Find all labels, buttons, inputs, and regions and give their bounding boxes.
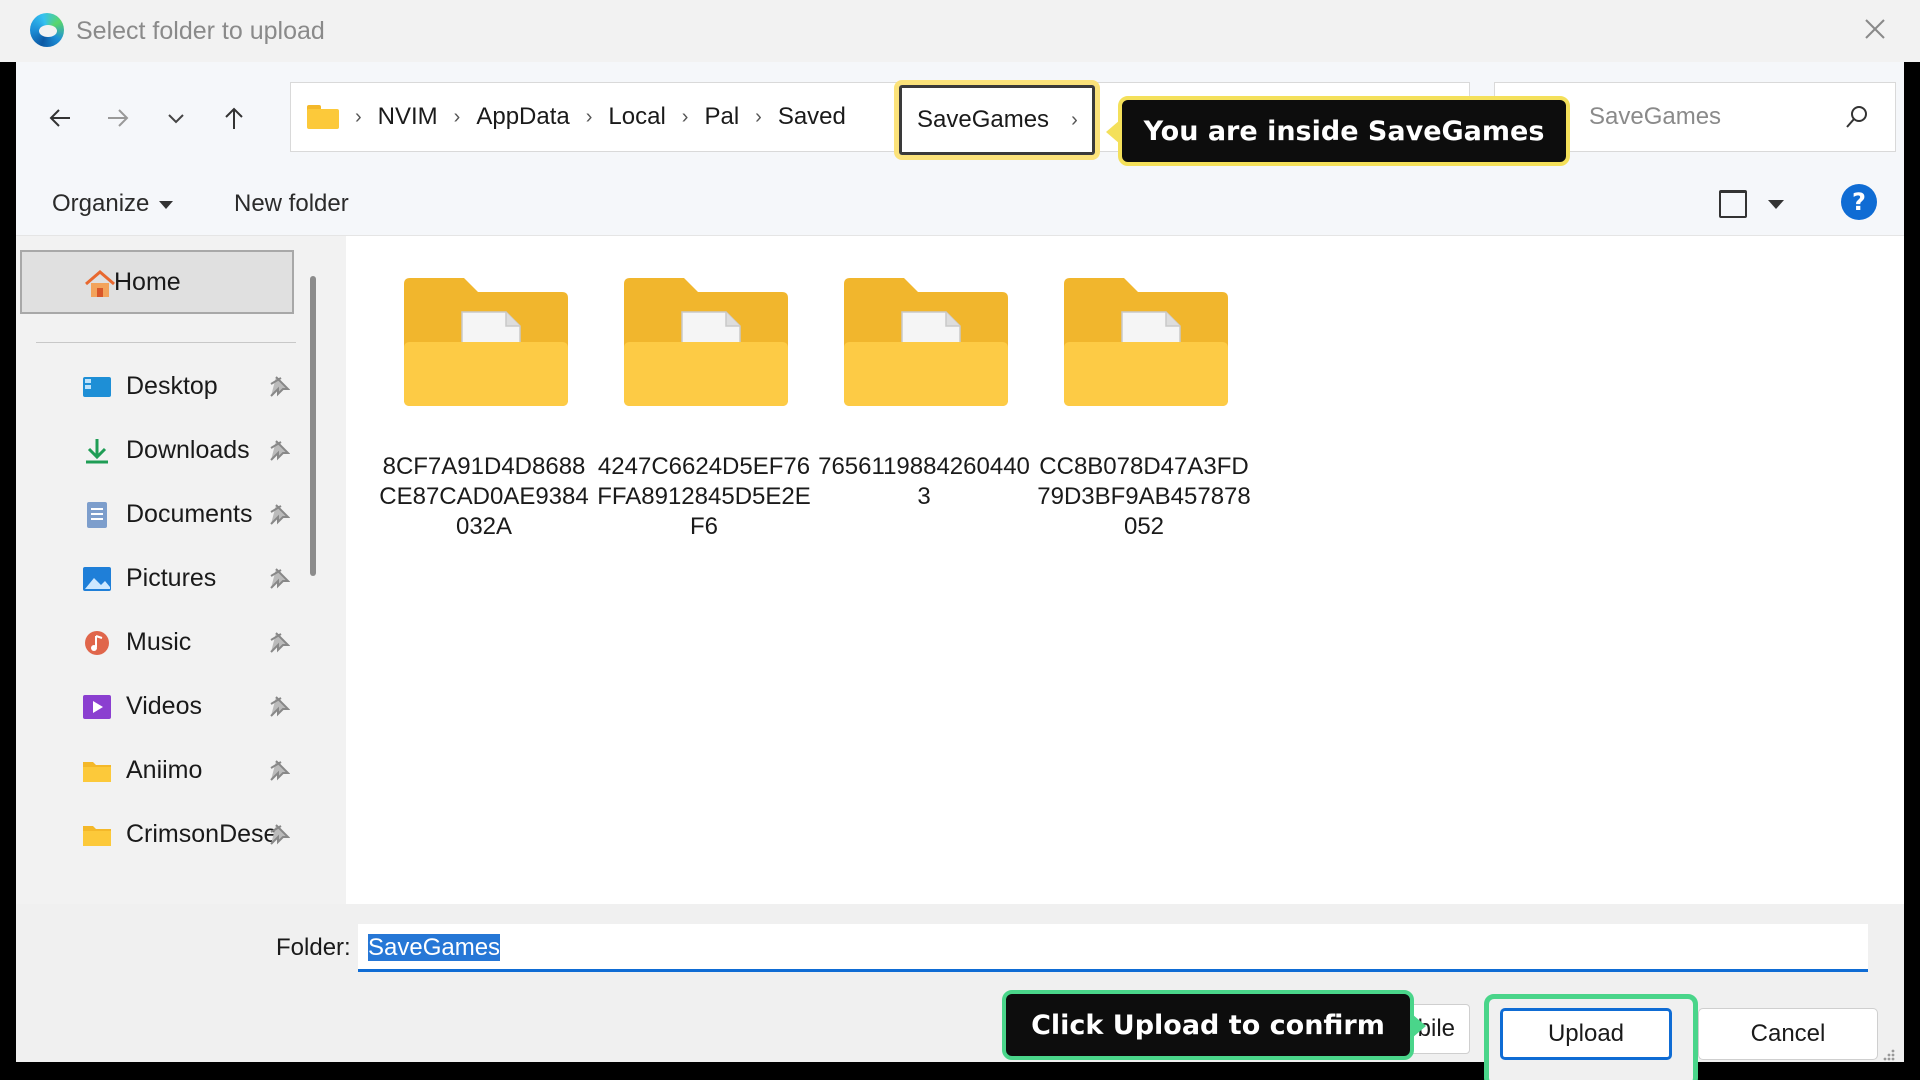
sidebar-scrollbar[interactable]	[310, 276, 316, 576]
chevron-right-icon[interactable]: ›	[676, 106, 695, 129]
recent-locations-button[interactable]	[156, 98, 196, 138]
sidebar-item-label: Desktop	[126, 372, 218, 400]
sidebar-item-desktop[interactable]: Desktop	[16, 360, 306, 414]
folder-item[interactable]: 4247C6624D5EF76FFA8912845D5E2EF6	[594, 276, 811, 540]
caret-down-icon	[159, 200, 174, 209]
pin-icon[interactable]	[268, 375, 290, 397]
folder-name: 4247C6624D5EF76FFA8912845D5E2EF6	[597, 453, 811, 540]
sidebar-item-label: Documents	[126, 500, 253, 528]
sidebar-item-label: Music	[126, 628, 192, 656]
download-icon	[86, 439, 108, 464]
folder-icon	[624, 278, 788, 406]
sidebar-item-label: Videos	[126, 692, 202, 720]
folder-item[interactable]: 8CF7A91D4D8688CE87CAD0AE9384032A	[374, 276, 589, 540]
organize-menu[interactable]: Organize	[52, 190, 174, 218]
up-button[interactable]	[214, 98, 254, 138]
folder-name: 8CF7A91D4D8688CE87CAD0AE9384032A	[379, 453, 589, 540]
music-icon	[85, 631, 109, 655]
folder-item[interactable]: CC8B078D47A3FD79D3BF9AB457878052	[1034, 276, 1251, 540]
pictures-icon	[83, 567, 111, 591]
video-icon	[83, 695, 111, 719]
pin-icon[interactable]	[268, 695, 290, 717]
folder-name-field[interactable]: SaveGames	[358, 924, 1868, 972]
organize-label: Organize	[52, 190, 150, 217]
sidebar-item-aniimo[interactable]: Aniimo	[16, 744, 306, 798]
sidebar-item-label: Aniimo	[126, 756, 203, 784]
folder-icon	[83, 762, 111, 782]
breadcrumb-current-label: SaveGames	[917, 106, 1050, 133]
search-icon	[1846, 106, 1867, 128]
sidebar-item-label: Downloads	[126, 436, 250, 464]
help-icon[interactable]: ?	[1841, 184, 1877, 220]
upload-callout: Click Upload to confirm	[1002, 990, 1426, 1060]
folder-icon	[83, 826, 111, 846]
arrow-up-icon	[225, 107, 243, 129]
close-icon[interactable]	[1858, 12, 1892, 46]
sidebar-item-label: Home	[114, 267, 181, 296]
dialog-footer: Folder: SaveGames bile Upload Cancel	[16, 904, 1904, 1080]
sidebar-divider	[36, 342, 296, 343]
chevron-right-icon: ›	[1071, 108, 1078, 131]
title-bar: Select folder to upload	[0, 0, 1920, 62]
sidebar-item-label: CrimsonDese	[126, 820, 278, 848]
pin-icon[interactable]	[268, 503, 290, 525]
home-icon	[85, 270, 115, 297]
pin-icon[interactable]	[268, 823, 290, 845]
search-placeholder: SaveGames	[1589, 103, 1722, 130]
pin-icon[interactable]	[268, 439, 290, 461]
chevron-right-icon[interactable]: ›	[580, 106, 599, 129]
sidebar-item-label: Pictures	[126, 564, 217, 592]
chevron-right-icon[interactable]: ›	[448, 106, 467, 129]
view-options-caret-icon[interactable]	[1768, 200, 1784, 209]
sidebar-item-videos[interactable]: Videos	[16, 680, 306, 734]
arrow-right-icon	[108, 109, 129, 127]
breadcrumb-item-current[interactable]: SaveGames ›	[894, 80, 1100, 160]
arrow-left-icon	[49, 109, 70, 127]
breadcrumb-item-pal[interactable]: Pal	[694, 103, 749, 131]
sidebar-item-home[interactable]: Home	[20, 250, 294, 314]
new-folder-button[interactable]: New folder	[234, 190, 349, 218]
navigation-pane: Home Desktop Downloads Documents Picture…	[16, 236, 346, 904]
breadcrumb-item-appdata[interactable]: AppData	[466, 103, 579, 131]
breadcrumb-item-saved[interactable]: Saved	[768, 103, 856, 131]
folder-icon	[307, 105, 339, 129]
folder-icon	[1064, 278, 1228, 406]
pin-icon[interactable]	[268, 631, 290, 653]
pin-icon[interactable]	[268, 759, 290, 781]
folder-view: 8CF7A91D4D8688CE87CAD0AE9384032A 4247C66…	[346, 236, 1904, 904]
edge-logo-icon	[30, 13, 64, 47]
window-title: Select folder to upload	[76, 17, 325, 45]
chevron-right-icon[interactable]: ›	[749, 106, 768, 129]
folder-name: CC8B078D47A3FD79D3BF9AB457878052	[1037, 453, 1251, 540]
cancel-button[interactable]: Cancel	[1698, 1008, 1878, 1060]
breadcrumb-item-local[interactable]: Local	[598, 103, 675, 131]
resize-grip-icon[interactable]	[1880, 1046, 1896, 1062]
folder-name-selected-text: SaveGames	[368, 934, 501, 961]
address-callout: You are inside SaveGames	[1106, 96, 1570, 166]
chevron-right-icon[interactable]: ›	[349, 106, 368, 129]
sidebar-item-crimsondese[interactable]: CrimsonDese	[16, 808, 306, 862]
sidebar-item-pictures[interactable]: Pictures	[16, 552, 306, 606]
folder-icon	[404, 278, 568, 406]
view-mode-icon[interactable]	[1719, 190, 1747, 218]
breadcrumb-item-nvim[interactable]: NVIM	[368, 103, 448, 131]
document-icon	[87, 502, 107, 528]
upload-button[interactable]: Upload	[1500, 1008, 1672, 1060]
sidebar-item-music[interactable]: Music	[16, 616, 306, 670]
folder-field-label: Folder:	[276, 934, 351, 961]
breadcrumb: › NVIM › AppData › Local › Pal › Saved	[307, 83, 856, 151]
folder-icon	[844, 278, 1008, 406]
file-dialog: › NVIM › AppData › Local › Pal › Saved S…	[16, 62, 1904, 1080]
back-button[interactable]	[40, 98, 80, 138]
sidebar-item-documents[interactable]: Documents	[16, 488, 306, 542]
desktop-icon	[83, 377, 111, 397]
command-bar: Organize New folder ?	[16, 172, 1904, 236]
forward-button[interactable]	[98, 98, 138, 138]
sidebar-item-downloads[interactable]: Downloads	[16, 424, 306, 478]
chevron-down-icon	[168, 114, 184, 124]
folder-name: 76561198842604403	[818, 453, 1030, 510]
folder-item[interactable]: 76561198842604403	[814, 276, 1030, 536]
pin-icon[interactable]	[268, 567, 290, 589]
